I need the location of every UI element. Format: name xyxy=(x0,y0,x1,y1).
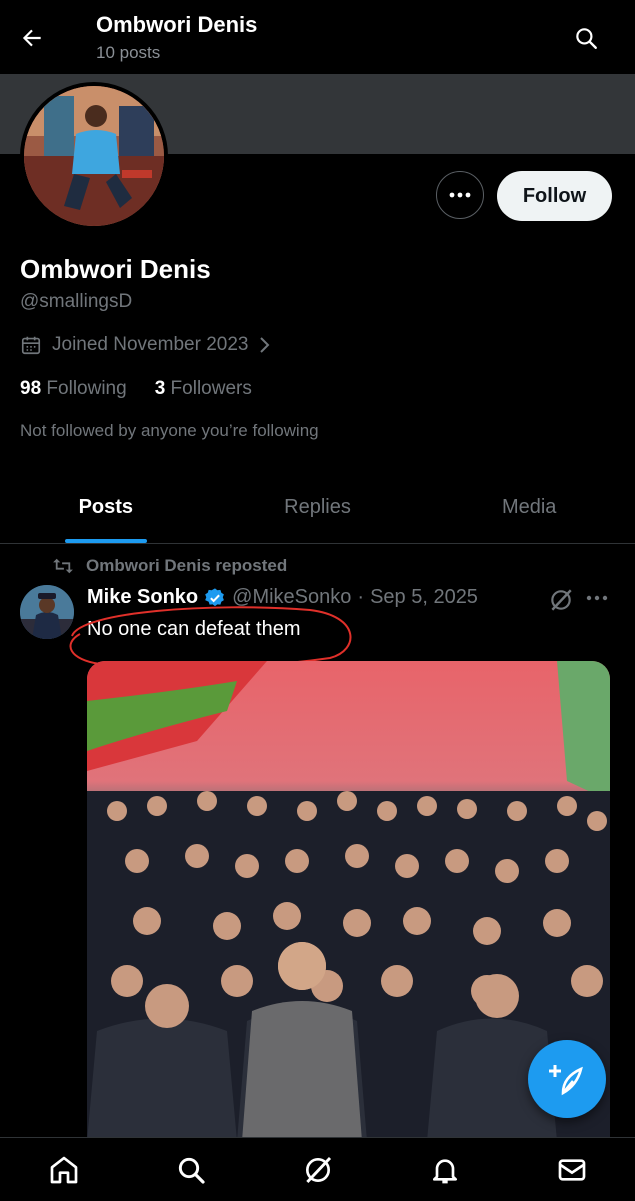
search-icon xyxy=(576,28,597,49)
bottom-navigation xyxy=(0,1137,635,1201)
not-followed-notice: Not followed by anyone you’re following xyxy=(20,421,319,440)
post-more-button[interactable] xyxy=(585,586,609,615)
header-title: Ombwori Denis xyxy=(96,12,258,37)
following-label: Following xyxy=(46,378,127,399)
back-button[interactable] xyxy=(14,20,50,56)
header-post-count: 10 posts xyxy=(96,43,161,62)
grok-icon xyxy=(305,1156,331,1183)
nav-messages[interactable] xyxy=(542,1145,602,1195)
follow-stats: 98 Following 3 Followers xyxy=(20,378,252,400)
avatar-image xyxy=(24,86,164,226)
following-link[interactable]: 98 Following xyxy=(20,378,127,400)
nav-explore[interactable] xyxy=(161,1145,221,1195)
mail-icon xyxy=(558,1158,585,1181)
chevron-right-icon xyxy=(260,337,270,353)
tab-replies-label: Replies xyxy=(284,496,351,518)
profile-avatar[interactable] xyxy=(20,82,168,230)
compose-icon xyxy=(549,1065,583,1096)
followers-link[interactable]: 3 Followers xyxy=(155,378,252,400)
repost-icon xyxy=(53,558,73,574)
more-dots-icon xyxy=(586,595,608,601)
active-tab-indicator xyxy=(64,539,147,543)
follow-button[interactable]: Follow xyxy=(497,171,612,221)
tab-media-label: Media xyxy=(501,496,557,518)
followers-count: 3 xyxy=(154,378,166,399)
bell-icon xyxy=(432,1158,457,1183)
home-icon xyxy=(50,1156,77,1183)
tab-posts-label: Posts xyxy=(78,496,134,518)
search-button[interactable] xyxy=(568,20,604,56)
nav-notifications[interactable] xyxy=(415,1145,475,1195)
more-dots-icon xyxy=(449,192,471,198)
tab-posts[interactable]: Posts xyxy=(0,480,212,543)
repost-indicator: Ombwori Denis reposted xyxy=(52,556,287,576)
repost-label: Ombwori Denis reposted xyxy=(86,556,288,575)
post-date[interactable]: Sep 5, 2025 xyxy=(370,586,478,609)
joined-date[interactable]: Joined November 2023 xyxy=(20,334,272,356)
compose-button[interactable] xyxy=(528,1040,606,1118)
grok-icon xyxy=(551,589,572,611)
grok-button[interactable] xyxy=(548,587,574,618)
profile-handle: @smallingsD xyxy=(20,291,133,312)
profile-name: Ombwori Denis xyxy=(20,254,211,284)
joined-text: Joined November 2023 xyxy=(52,334,249,355)
tab-media[interactable]: Media xyxy=(423,480,635,543)
calendar-icon xyxy=(21,336,41,355)
nav-home[interactable] xyxy=(34,1145,94,1195)
following-count: 98 xyxy=(20,378,42,399)
profile-more-button[interactable] xyxy=(436,171,484,219)
nav-grok[interactable] xyxy=(288,1145,348,1195)
back-arrow-icon xyxy=(22,29,41,47)
search-icon xyxy=(178,1157,205,1184)
followers-label: Followers xyxy=(170,378,252,399)
profile-tabs: Posts Replies Media xyxy=(0,480,635,544)
tab-replies[interactable]: Replies xyxy=(212,480,424,543)
